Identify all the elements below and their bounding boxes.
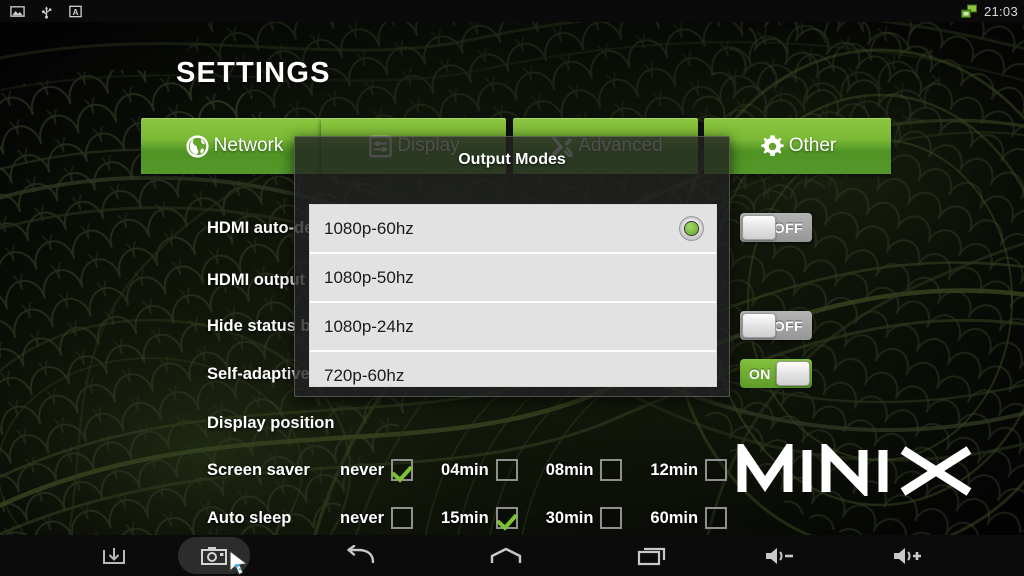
output-mode-item-1080p-50hz[interactable]: 1080p-50hz — [310, 254, 716, 301]
checkbox-auto-sleep-60min[interactable] — [705, 507, 728, 529]
checkbox-item[interactable]: never — [340, 507, 414, 529]
page-title: SETTINGS — [176, 57, 331, 89]
back-icon — [347, 544, 375, 563]
radio-1080p-60hz[interactable] — [679, 216, 704, 241]
checkbox-label: 60min — [650, 508, 699, 527]
output-modes-dialog: Output Modes 1080p-60hz 1080p-50hz 1080p… — [294, 136, 730, 397]
checkbox-screen-saver-never[interactable] — [391, 459, 414, 481]
checkbox-screen-saver-04min[interactable] — [495, 459, 518, 481]
usb-icon — [41, 6, 52, 19]
minix-logo — [737, 435, 977, 501]
checkbox-item[interactable]: 04min — [441, 459, 518, 481]
clock: 21:03 — [983, 3, 1018, 19]
checkbox-label: 30min — [545, 508, 594, 527]
svg-text:A: A — [72, 6, 78, 16]
output-mode-label: 1080p-60hz — [324, 218, 414, 238]
checkbox-auto-sleep-30min[interactable] — [600, 507, 623, 529]
row-label: Display position — [207, 413, 335, 432]
checkbox-label: never — [340, 460, 385, 479]
toggle-hide-status-bar[interactable]: OFF — [740, 311, 812, 340]
checkbox-label: 12min — [650, 460, 699, 479]
row-label: Auto sleep — [207, 508, 292, 527]
toggle-state-label: ON — [749, 365, 771, 382]
checkbox-group-auto-sleep: never 15min 30min 60min — [340, 503, 728, 533]
checkbox-label: never — [340, 508, 385, 527]
navigation-bar — [0, 535, 1024, 576]
globe-icon — [186, 134, 209, 158]
dialog-title: Output Modes — [458, 151, 566, 168]
checkbox-screen-saver-08min[interactable] — [600, 459, 623, 481]
output-mode-item-1080p-24hz[interactable]: 1080p-24hz — [310, 303, 716, 350]
checkbox-item[interactable]: 30min — [546, 507, 623, 529]
output-modes-list[interactable]: 1080p-60hz 1080p-50hz 1080p-24hz 720p-60… — [309, 204, 717, 387]
nav-download-button[interactable] — [64, 535, 164, 576]
checkbox-label: 04min — [441, 460, 489, 479]
checkbox-auto-sleep-never[interactable] — [391, 507, 414, 529]
toggle-self-adaptive[interactable]: ON — [740, 359, 812, 388]
tab-other[interactable]: Other — [704, 118, 891, 174]
status-bar-icons: A — [6, 4, 83, 19]
checkbox-item[interactable]: never — [340, 459, 414, 481]
nav-home-button[interactable] — [456, 535, 556, 576]
tab-label: Network — [213, 135, 284, 156]
tab-label: Other — [788, 135, 837, 156]
checkbox-item[interactable]: 12min — [650, 459, 728, 481]
status-bar: A 21:03 — [0, 0, 1024, 22]
status-bar-right: 21:03 — [960, 4, 1018, 19]
checkbox-auto-sleep-15min[interactable] — [495, 507, 518, 529]
volume-up-icon — [894, 547, 921, 564]
gear-icon — [760, 134, 784, 156]
nav-recents-button[interactable] — [602, 535, 702, 576]
network-icon — [960, 4, 977, 18]
toggle-knob — [776, 361, 810, 386]
checkbox-group-screen-saver: never 04min 08min 12min — [340, 455, 728, 485]
toggle-knob — [742, 215, 776, 240]
checkbox-item[interactable]: 60min — [650, 507, 728, 529]
output-mode-item-1080p-60hz[interactable]: 1080p-60hz — [310, 205, 716, 252]
download-icon — [103, 547, 125, 564]
checkbox-label: 15min — [441, 508, 489, 527]
keyboard-icon: A — [69, 5, 82, 17]
row-label: Screen saver — [207, 460, 310, 479]
output-mode-item-720p-60hz[interactable]: 720p-60hz — [310, 352, 716, 386]
nav-screenshot-button[interactable] — [164, 535, 264, 576]
output-mode-label: 720p-60hz — [324, 365, 405, 385]
minix-logo-mark — [737, 435, 972, 500]
checkbox-screen-saver-12min[interactable] — [705, 459, 728, 481]
nav-volume-down-button[interactable] — [730, 535, 830, 576]
toggle-hdmi-auto-detection[interactable]: OFF — [740, 213, 812, 242]
nav-power-button[interactable] — [986, 535, 1024, 576]
nav-volume-up-button[interactable] — [858, 535, 958, 576]
row-display-position[interactable]: Display position — [207, 408, 847, 438]
image-icon — [10, 5, 25, 17]
volume-down-icon — [766, 547, 793, 564]
checkbox-label: 08min — [545, 460, 594, 479]
nav-back-button[interactable] — [310, 535, 410, 576]
toggle-knob — [742, 313, 776, 338]
output-mode-label: 1080p-50hz — [324, 267, 414, 287]
output-mode-label: 1080p-24hz — [324, 316, 414, 336]
recents-icon — [637, 547, 666, 565]
checkbox-item[interactable]: 08min — [546, 459, 623, 481]
screenshot-icon — [201, 546, 227, 565]
checkbox-item[interactable]: 15min — [441, 507, 518, 529]
home-icon — [490, 547, 522, 563]
